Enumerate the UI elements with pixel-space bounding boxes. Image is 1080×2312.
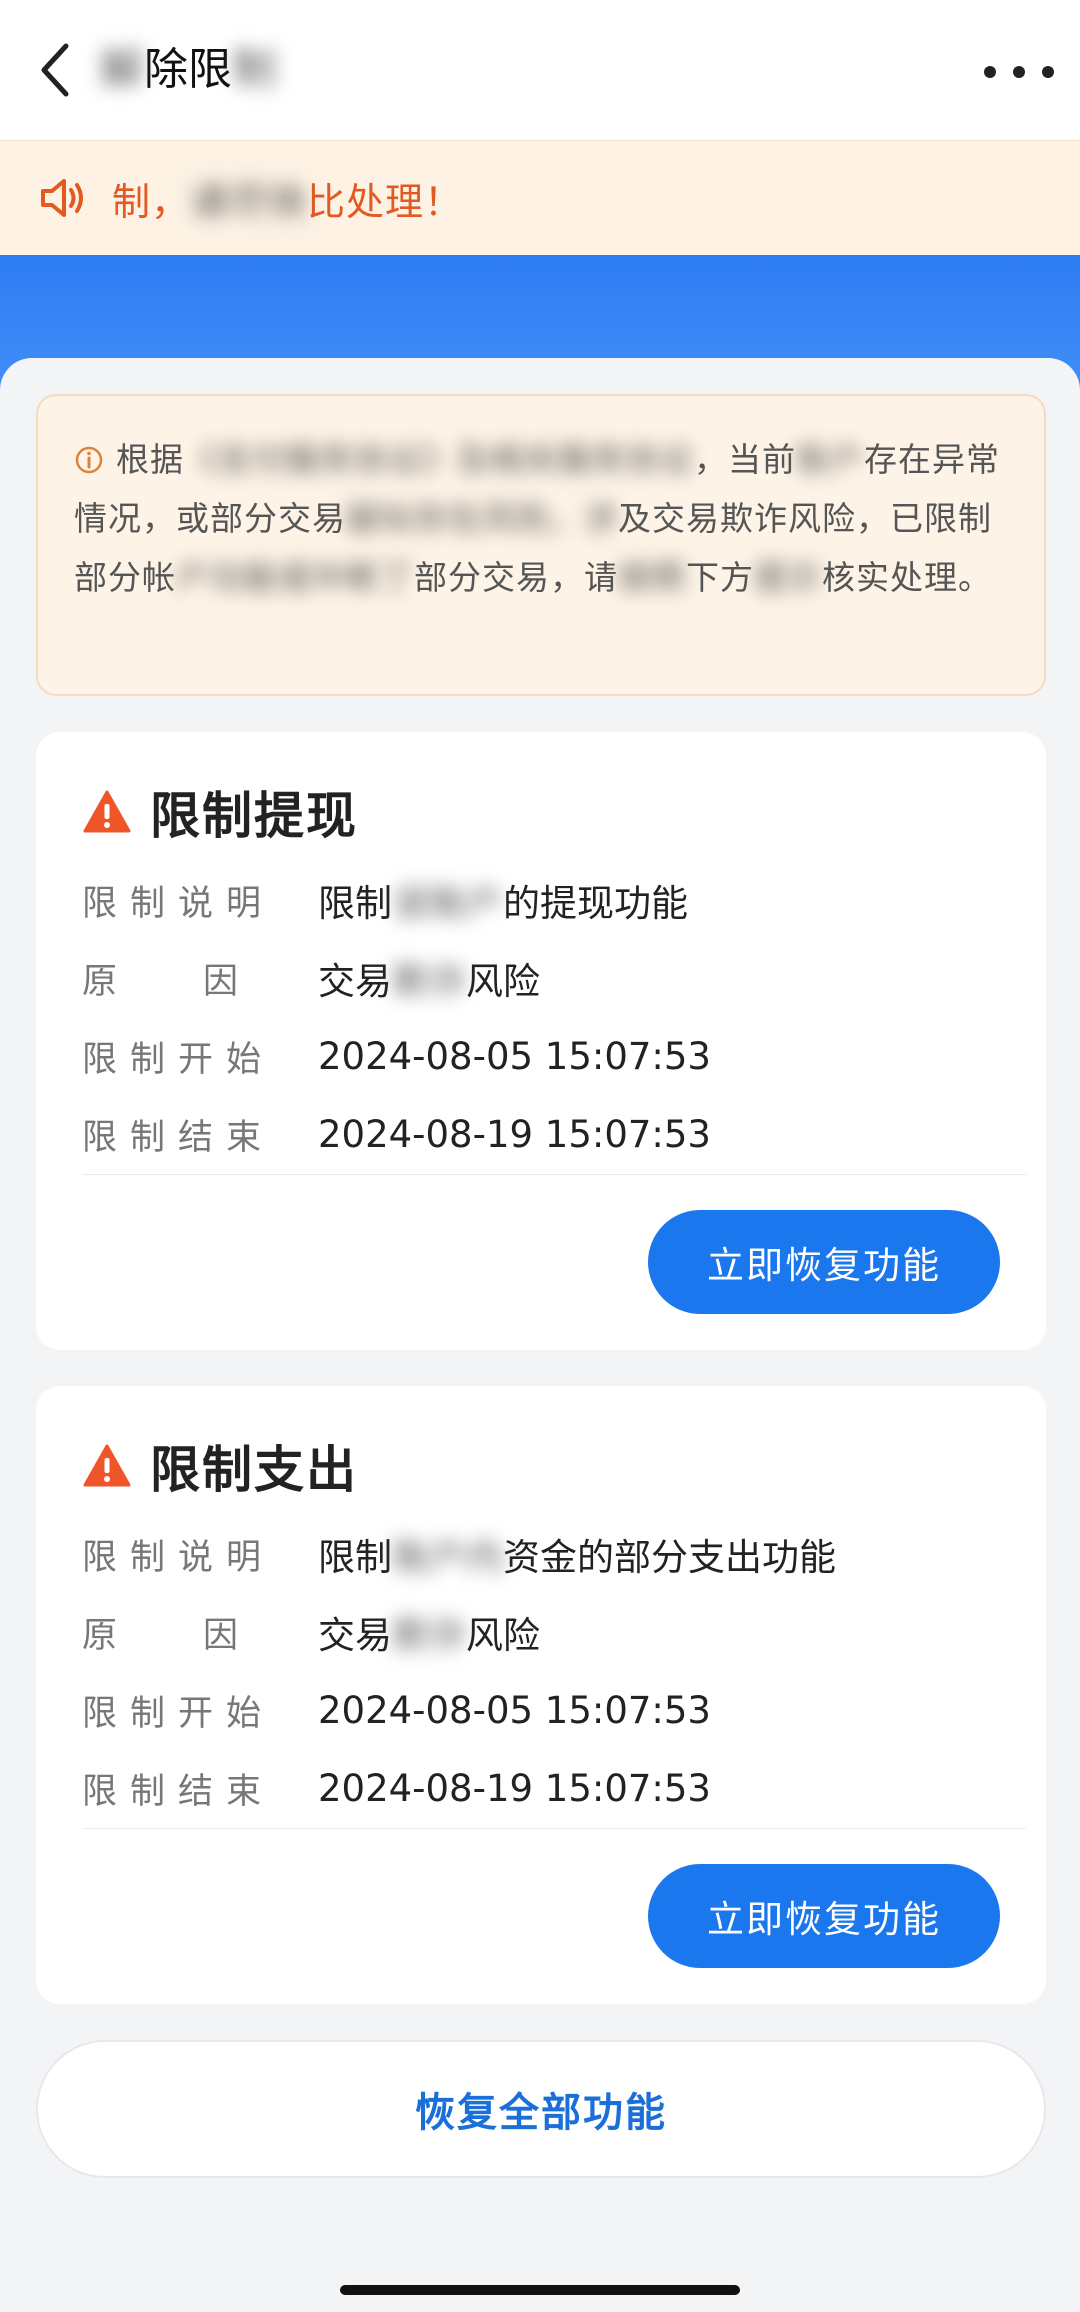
speaker-icon [41,179,83,217]
row-label: 限制开始 [82,1693,275,1734]
detail-row: 限制结束 2024-08-19 15:07:53 [82,1758,711,1818]
row-label: 限制结束 [82,1771,275,1812]
home-indicator[interactable] [340,2285,740,2295]
detail-row: 限制开始 2024-08-05 15:07:53 [82,1680,711,1740]
detail-row: 限制说明 限制账户内资金的部分支出功能 [82,1524,836,1584]
card-header: 限制支出 [82,1430,358,1502]
notice-text-tail: 比处理！ [307,179,464,224]
navigation-bar: 解除限制 [0,0,1080,140]
page-title: 解除限制 [100,42,276,98]
row-value: 交易欺诈风险 [318,1614,540,1657]
page-title-redacted-tail: 制 [232,44,276,95]
restore-all-button[interactable]: 恢复全部功能 [36,2040,1046,2178]
info-icon [75,446,103,474]
notice-bar: 制，请尽快比处理！ [0,140,1080,255]
row-value: 2024-08-05 15:07:53 [318,1688,711,1732]
notice-text: 制，请尽快比处理！ [112,171,463,226]
warning-icon [83,1444,131,1487]
page-title-visible: 除限 [144,44,232,95]
detail-row: 限制开始 2024-08-05 15:07:53 [82,1026,711,1086]
row-value: 2024-08-05 15:07:53 [318,1034,711,1078]
divider [82,1174,1026,1175]
back-icon[interactable] [30,40,80,100]
warning-icon [83,790,131,833]
restore-withdraw-button[interactable]: 立即恢复功能 [648,1210,1000,1314]
notice-text-redacted: 请尽快 [190,179,308,224]
row-label: 限制结束 [82,1117,275,1158]
detail-row: 限制说明 限制该账户的提现功能 [82,870,688,930]
row-value: 限制账户内资金的部分支出功能 [318,1536,836,1579]
row-value: 2024-08-19 15:07:53 [318,1112,711,1156]
detail-row: 限制结束 2024-08-19 15:07:53 [82,1104,711,1164]
row-label: 限制说明 [82,1537,275,1578]
row-label: 原因 [82,1615,325,1656]
detail-row: 原因 交易欺诈风险 [82,1602,540,1662]
row-value: 限制该账户的提现功能 [318,882,688,925]
row-label: 原因 [82,961,325,1002]
restore-spending-button[interactable]: 立即恢复功能 [648,1864,1000,1968]
more-options-icon[interactable] [984,52,1054,92]
warning-tip-box: 根据《支付服务协议》及相关服务协议，当前账户存在异常情况，或部分交易疑似存在风险… [36,394,1046,696]
row-value: 交易欺诈风险 [318,960,540,1003]
restriction-card-spending: 限制支出 限制说明 限制账户内资金的部分支出功能 原因 交易欺诈风险 限制开始 … [36,1386,1046,2004]
restriction-card-withdraw: 限制提现 限制说明 限制该账户的提现功能 原因 交易欺诈风险 限制开始 2024… [36,732,1046,1350]
detail-row: 原因 交易欺诈风险 [82,948,540,1008]
row-label: 限制说明 [82,883,275,924]
card-header: 限制提现 [82,776,358,848]
card-title: 限制支出 [150,1441,358,1499]
warning-tip-text: 根据《支付服务协议》及相关服务协议，当前账户存在异常情况，或部分交易疑似存在风险… [74,440,1000,597]
page-title-redacted: 解 [100,44,144,95]
notice-text-lead: 制， [112,179,191,224]
row-label: 限制开始 [82,1039,275,1080]
row-value: 2024-08-19 15:07:53 [318,1766,711,1810]
divider [82,1828,1026,1829]
card-title: 限制提现 [150,787,358,845]
